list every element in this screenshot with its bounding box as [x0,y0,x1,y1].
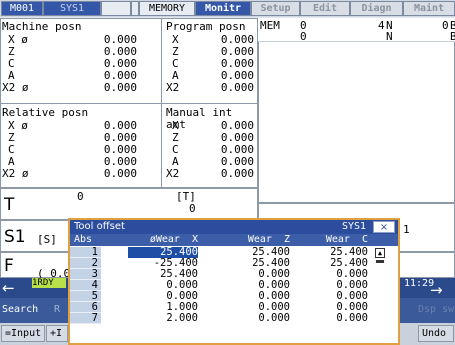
input-button[interactable]: =Input [1,325,45,342]
system-indicator: SYS1 [43,1,101,16]
relative-position-title: Relative posn [2,106,89,119]
status-value: 0 [300,30,307,43]
mode-indicator: MEMORY [139,1,195,16]
search-button[interactable]: Search [2,303,38,317]
tool-panel: T 0 [T] 0 [0,188,258,220]
blank-cell [101,1,131,16]
tool-offset-row[interactable]: 7 2.000 0.000 0.000 [70,313,398,324]
column-header: øWear X [149,234,198,245]
undo-button[interactable]: Undo [418,325,454,342]
axis-value: 0.000 [103,167,137,180]
axis-label: X2 ø [2,167,29,180]
spindle-right-value: 1 [403,223,410,236]
add-input-button[interactable]: +I [46,325,68,342]
status-header: MEM 0 4 N 0 B 0 N B [258,18,455,43]
tab-edit[interactable]: Edit [300,1,350,16]
offset-value-cell[interactable]: 2.000 [128,313,198,324]
axis-label: X2 ø [2,81,29,94]
spindle-unit: [S] [37,233,57,246]
column-header: Abs [74,234,93,245]
axis-label: X2 [166,167,180,180]
axis-label: X2 [166,81,180,94]
tool-offset-title: Tool offset [74,221,125,232]
feed-label: F [4,256,14,276]
left-arrow-icon[interactable]: ← [2,280,30,296]
status-label: N [386,30,393,43]
tab-maintenance[interactable]: Maint [403,1,455,16]
tool-number: 0 [77,190,84,203]
system-label: SYS1 [342,221,367,232]
tool-bracket-value: 0 [189,202,196,215]
tab-monitor[interactable]: Monitr [195,1,251,16]
blank-cell-2 [131,1,139,16]
status-value: 4 [378,19,385,32]
tool-offset-titlebar: Tool offset SYS1 × [70,220,398,234]
program-position-title: Program posn [166,20,246,33]
offset-value-cell[interactable]: 0.000 [300,313,368,324]
close-icon[interactable]: × [373,221,395,233]
manual-interrupt-panel: Manual int amt X Z C A X2 0.000 0.000 0.… [162,104,258,188]
top-bar: M001 SYS1 MEMORY Monitr Setup Edit Diagn… [0,0,455,17]
machine-position-title: Machine posn [2,20,82,33]
program-number: M001 [1,1,43,16]
column-header: Wear C [325,234,368,245]
tab-setup[interactable]: Setup [251,1,300,16]
tool-number-cell: 7 [70,313,101,324]
offset-value-cell[interactable]: 0.000 [220,313,290,324]
tool-offset-header: Abs øWear X Wear Z Wear C [70,234,398,246]
program-display-area [258,18,455,203]
spindle-label: S1 [4,227,26,247]
right-arrow-icon[interactable]: → [430,282,454,298]
display-switch-button[interactable]: Dsp sw [418,303,454,317]
axis-value: 0.000 [103,81,137,94]
scroll-up-icon[interactable]: ▲ [375,248,385,258]
relative-position-panel: Relative posn X ø Z C A X2 ø 0.000 0.000… [0,104,162,188]
operation-mode: MEM [260,19,280,32]
status-label: B [450,30,455,43]
axis-value: 0.000 [220,81,254,94]
tool-offset-window: Tool offset SYS1 × Abs øWear X Wear Z We… [68,218,400,345]
menu-item-partial[interactable]: R [54,303,60,317]
column-header: Wear Z [247,234,290,245]
machine-position-panel: Machine posn X ø Z C A X2 ø 0.000 0.000 … [0,18,162,104]
status-value: 0 [442,19,449,32]
program-position-panel: Program posn X Z C A X2 0.000 0.000 0.00… [162,18,258,104]
tool-label: T [4,195,15,215]
tab-diagnosis[interactable]: Diagn [350,1,403,16]
axis-value: 0.000 [220,167,254,180]
scrollbar-thumb[interactable] [376,260,384,263]
ready-indicator: 1RDY [32,278,66,288]
